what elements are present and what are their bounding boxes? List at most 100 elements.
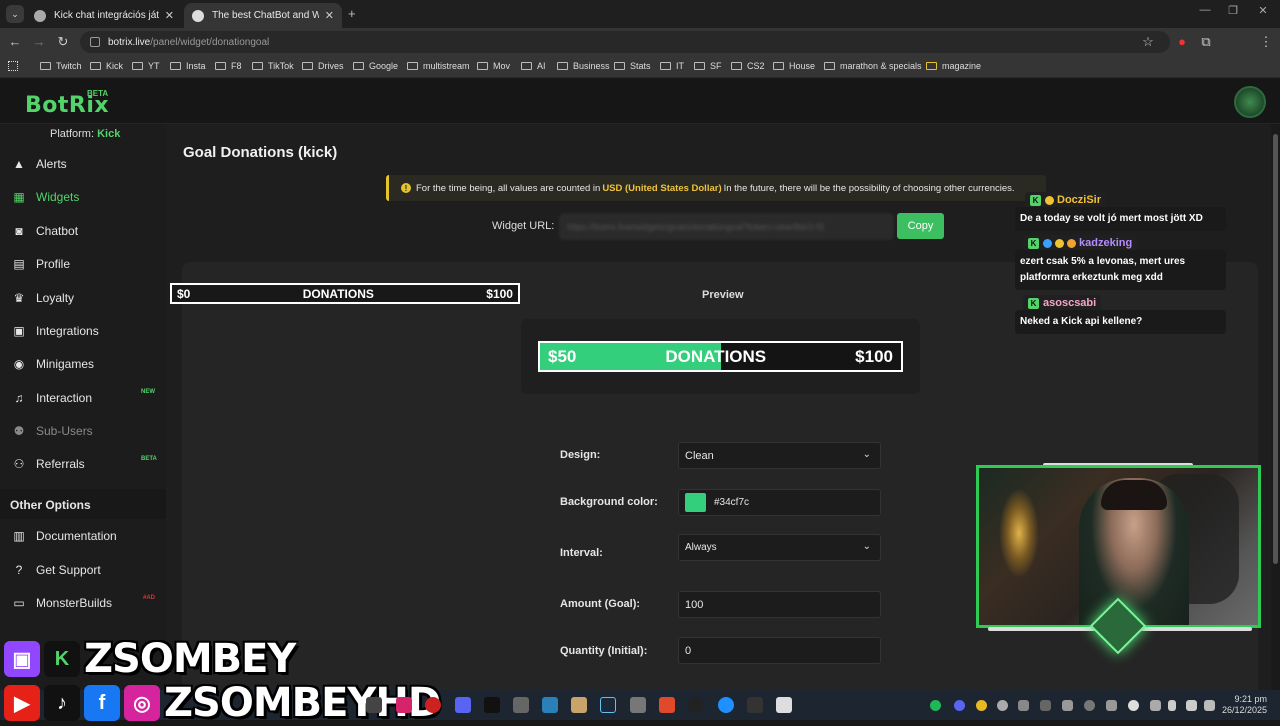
- scrollbar-thumb[interactable]: [1273, 134, 1278, 564]
- color-swatch[interactable]: [685, 493, 706, 512]
- facebook-icon: f: [84, 685, 120, 721]
- taskbar-app-icon[interactable]: [776, 697, 792, 713]
- bookmark-business[interactable]: Business: [557, 61, 610, 71]
- copy-url-button[interactable]: Copy: [897, 213, 944, 239]
- bookmark-insta[interactable]: Insta: [170, 61, 206, 71]
- taskbar-discord-icon[interactable]: [455, 697, 471, 713]
- taskbar-app-icon[interactable]: [396, 697, 412, 713]
- bookmark-cs2[interactable]: CS2: [731, 61, 765, 71]
- close-tab-icon[interactable]: ✕: [165, 9, 174, 22]
- back-icon[interactable]: ←: [7, 34, 23, 50]
- bookmark-house[interactable]: House: [773, 61, 815, 71]
- user-avatar[interactable]: [1234, 86, 1266, 118]
- bg-color-value: #34cf7c: [714, 497, 750, 508]
- widget-url-field[interactable]: https://botrix.live/widgets/goals/donati…: [560, 214, 893, 239]
- taskbar-epic-icon[interactable]: [747, 697, 763, 713]
- bookmark-twitch[interactable]: Twitch: [40, 61, 82, 71]
- bg-color-input[interactable]: #34cf7c: [678, 489, 881, 516]
- menu-icon[interactable]: ⋮: [1258, 34, 1274, 50]
- tab-search-button[interactable]: ⌄: [6, 5, 24, 23]
- address-bar[interactable]: botrix.live/panel/widget/donationgoal: [80, 31, 1170, 53]
- sidebar-item-interaction[interactable]: ♫ Interaction: [12, 391, 93, 405]
- sidebar-item-sub-users[interactable]: ⚉ Sub-Users: [12, 424, 93, 438]
- design-select[interactable]: Clean ⌄: [678, 442, 881, 469]
- folder-icon: [302, 62, 313, 70]
- tray-app-icon[interactable]: [1106, 700, 1117, 711]
- taskbar-app-icon[interactable]: [718, 697, 734, 713]
- reload-icon[interactable]: ↻: [55, 34, 71, 50]
- bookmark-tiktok[interactable]: TikTok: [252, 61, 294, 71]
- tray-network-icon[interactable]: [1150, 700, 1161, 711]
- minimize-icon[interactable]: —: [1195, 4, 1215, 16]
- sidebar-item-documentation[interactable]: ▥ Documentation: [12, 529, 116, 543]
- bookmark-drives[interactable]: Drives: [302, 61, 344, 71]
- sidebar-item-loyalty[interactable]: ♛ Loyalty: [12, 291, 74, 305]
- taskbar-app-icon[interactable]: [425, 697, 441, 713]
- tray-app-icon[interactable]: [1018, 700, 1029, 711]
- taskbar-app-icon[interactable]: [688, 697, 704, 713]
- apps-grid-icon[interactable]: [8, 61, 18, 71]
- taskbar-app-icon[interactable]: [366, 697, 382, 713]
- site-info-icon[interactable]: [90, 37, 100, 47]
- bookmark-google[interactable]: Google: [353, 61, 398, 71]
- page-scrollbar[interactable]: [1271, 124, 1280, 690]
- interval-select[interactable]: Always ⌄: [678, 534, 881, 561]
- tray-spotify-icon[interactable]: [930, 700, 941, 711]
- taskbar-app-icon[interactable]: [513, 697, 529, 713]
- restore-icon[interactable]: ❐: [1223, 4, 1243, 17]
- sidebar-item-minigames[interactable]: ◉ Minigames: [12, 357, 94, 371]
- browser-tab-kick-chat[interactable]: Kick chat integrációs játékok ✕: [26, 3, 182, 28]
- taskbar-app-icon[interactable]: [659, 697, 675, 713]
- sidebar-item-integrations[interactable]: ▣ Integrations: [12, 324, 98, 338]
- bookmark-mov[interactable]: Mov: [477, 61, 510, 71]
- tray-app-icon[interactable]: [1040, 700, 1051, 711]
- tray-chrome-icon[interactable]: [976, 700, 987, 711]
- bookmark-kick[interactable]: Kick: [90, 61, 123, 71]
- taskbar-app-icon[interactable]: [542, 697, 558, 713]
- sidebar-item-widgets[interactable]: ▦ Widgets: [12, 190, 79, 204]
- tray-speaker-icon[interactable]: [1204, 700, 1215, 711]
- bookmark-marathon[interactable]: marathon & specials: [824, 61, 922, 71]
- amount-goal-input[interactable]: 100: [678, 591, 881, 618]
- close-tab-icon[interactable]: ✕: [325, 9, 334, 22]
- tray-app-icon[interactable]: [997, 700, 1008, 711]
- folder-icon: [132, 62, 143, 70]
- new-tab-button[interactable]: +: [348, 6, 356, 21]
- forward-icon[interactable]: →: [31, 34, 47, 50]
- extension-red-icon[interactable]: ●: [1174, 34, 1190, 50]
- bookmark-it[interactable]: IT: [660, 61, 684, 71]
- taskbar-steam-icon[interactable]: [600, 697, 616, 713]
- sidebar-item-monsterbuilds[interactable]: ▭ MonsterBuilds: [12, 596, 112, 610]
- chat-username-2: K kadzeking: [1023, 235, 1138, 251]
- quantity-initial-input[interactable]: 0: [678, 637, 881, 664]
- bookmark-star-icon[interactable]: ☆: [1140, 34, 1156, 50]
- tray-mic-icon[interactable]: [1168, 700, 1176, 711]
- tray-volume-icon[interactable]: [1186, 700, 1197, 711]
- bookmark-stats[interactable]: Stats: [614, 61, 651, 71]
- bookmark-ai[interactable]: AI: [521, 61, 546, 71]
- bookmark-magazine[interactable]: magazine: [926, 61, 981, 71]
- taskbar-app-icon[interactable]: [571, 697, 587, 713]
- browser-tab-botrix[interactable]: The best ChatBot and Widgets ✕: [184, 3, 342, 28]
- sidebar-item-label: Widgets: [36, 190, 80, 204]
- tray-app-icon[interactable]: [1084, 700, 1095, 711]
- extensions-icon[interactable]: ⧉: [1198, 34, 1214, 50]
- tray-app-icon[interactable]: [1128, 700, 1139, 711]
- bookmark-sf[interactable]: SF: [694, 61, 722, 71]
- bookmark-multistream[interactable]: multistream: [407, 61, 470, 71]
- sidebar-item-profile[interactable]: ▤ Profile: [12, 257, 70, 271]
- bookmark-yt[interactable]: YT: [132, 61, 160, 71]
- taskbar-app-icon[interactable]: [630, 697, 646, 713]
- sidebar-item-get-support[interactable]: ? Get Support: [12, 563, 101, 577]
- bookmark-f8[interactable]: F8: [215, 61, 242, 71]
- sidebar-item-chatbot[interactable]: ◙ Chatbot: [12, 224, 78, 238]
- taskbar-netflix-icon[interactable]: [484, 697, 500, 713]
- sidebar-item-referrals[interactable]: ⚇ Referrals: [12, 457, 85, 471]
- tray-app-icon[interactable]: [1062, 700, 1073, 711]
- bookmark-label: CS2: [747, 61, 765, 71]
- sidebar-item-label: Profile: [36, 257, 71, 271]
- sidebar-item-alerts[interactable]: ▲ Alerts: [12, 157, 67, 171]
- close-window-icon[interactable]: ✕: [1253, 4, 1273, 17]
- taskbar-clock[interactable]: 9:21 pm 26/12/2025: [1222, 694, 1267, 716]
- tray-discord-icon[interactable]: [954, 700, 965, 711]
